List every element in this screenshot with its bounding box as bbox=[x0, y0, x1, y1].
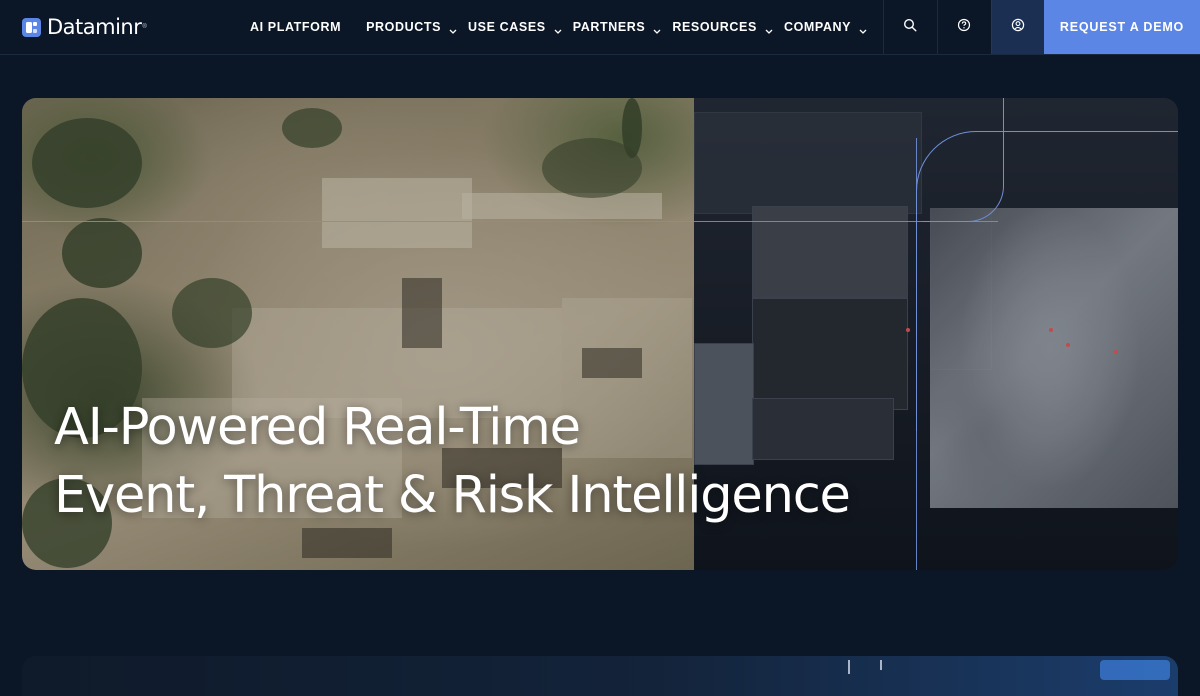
brand-name: Dataminr bbox=[47, 15, 142, 39]
nav-item-use-cases[interactable]: USE CASES bbox=[468, 20, 562, 34]
hero-title: AI-Powered Real-Time Event, Threat & Ris… bbox=[54, 394, 851, 530]
chevron-down-icon bbox=[765, 24, 773, 34]
trademark-symbol: ® bbox=[142, 24, 147, 30]
accent-line-horizontal bbox=[22, 221, 998, 222]
nav-item-label: PRODUCTS bbox=[366, 20, 442, 34]
search-icon bbox=[903, 18, 917, 37]
accent-curve-top bbox=[922, 98, 1004, 222]
chevron-down-icon bbox=[653, 24, 661, 34]
nav-item-company[interactable]: COMPANY bbox=[783, 20, 867, 34]
nav-item-partners[interactable]: PARTNERS bbox=[573, 20, 661, 34]
dataminr-logo[interactable]: Dataminr ® bbox=[22, 14, 147, 40]
nav-item-label: COMPANY bbox=[783, 20, 852, 34]
nav-item-resources[interactable]: RESOURCES bbox=[672, 20, 773, 34]
nav-item-ai-platform[interactable]: AI PLATFORM bbox=[250, 20, 341, 34]
hero-title-line-1: AI-Powered Real-Time bbox=[54, 398, 581, 457]
user-icon bbox=[1011, 18, 1025, 37]
top-navigation: Dataminr ® AI PLATFORM PRODUCTS USE CASE… bbox=[0, 0, 1200, 55]
main-menu: AI PLATFORM PRODUCTS USE CASES PARTNERS … bbox=[250, 0, 867, 54]
dataminr-logo-icon bbox=[22, 17, 41, 37]
hero-title-line-2: Event, Threat & Risk Intelligence bbox=[54, 466, 851, 525]
nav-item-label: USE CASES bbox=[468, 20, 546, 34]
search-button[interactable] bbox=[883, 0, 936, 54]
nav-item-label: RESOURCES bbox=[672, 20, 757, 34]
nav-item-label: PARTNERS bbox=[572, 20, 646, 34]
help-icon bbox=[957, 18, 971, 37]
chevron-down-icon bbox=[449, 24, 457, 34]
nav-item-label: AI PLATFORM bbox=[250, 20, 342, 34]
help-button[interactable] bbox=[937, 0, 990, 54]
account-button[interactable] bbox=[991, 0, 1044, 54]
chevron-down-icon bbox=[554, 24, 562, 34]
next-section-card bbox=[22, 656, 1178, 696]
request-demo-button[interactable]: REQUEST A DEMO bbox=[1044, 0, 1200, 54]
chevron-down-icon bbox=[859, 24, 867, 34]
nav-item-products[interactable]: PRODUCTS bbox=[366, 20, 457, 34]
hero-banner: AI-Powered Real-Time Event, Threat & Ris… bbox=[22, 98, 1178, 570]
